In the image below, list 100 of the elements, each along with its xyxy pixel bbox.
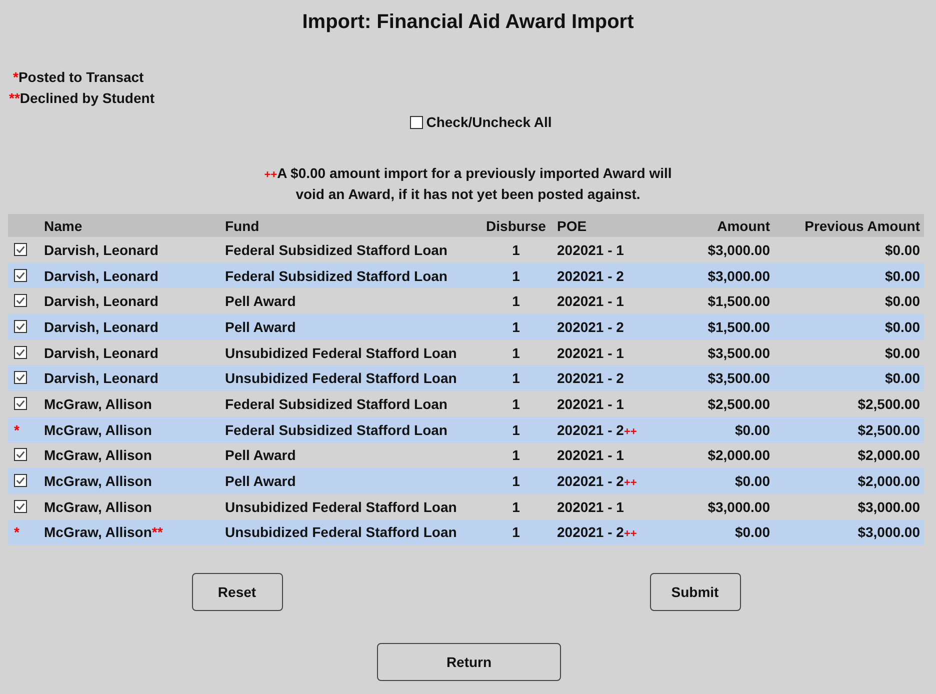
- table-cell: 1: [512, 498, 520, 515]
- note-text: A $0.00 amount import for a previously imported Award will: [277, 165, 672, 181]
- table-cell: 202021 - 1: [557, 396, 624, 412]
- row-checkbox[interactable]: [14, 320, 27, 333]
- legend-label: Posted to Transact: [18, 69, 144, 85]
- table-cell: $0.00: [884, 318, 920, 335]
- table-cell: Pell Award: [225, 293, 296, 310]
- table-cell: 1: [512, 422, 520, 438]
- row-checkbox[interactable]: [14, 500, 27, 513]
- table-cell: Unsubidized Federal Stafford Loan: [225, 498, 457, 515]
- row-checkbox[interactable]: [14, 448, 27, 462]
- table-cell: Darvish, Leonard: [44, 268, 158, 284]
- table-cell: $3,000.00: [708, 242, 770, 258]
- column-header: Amount: [668, 214, 774, 237]
- row-checkbox[interactable]: [14, 396, 27, 410]
- legend-marker: *: [13, 69, 18, 85]
- table-cell: 1: [512, 396, 520, 412]
- row-checkbox[interactable]: [14, 371, 27, 384]
- posted-marker: *: [14, 422, 20, 438]
- table-cell: 1: [512, 293, 520, 310]
- table-cell: $2,500.00: [858, 422, 920, 438]
- table-cell: 202021 - 1: [557, 293, 624, 310]
- table-cell: McGraw, Allison: [44, 524, 152, 540]
- table-cell: Pell Award: [225, 318, 296, 335]
- table-cell: 202021 - 1: [557, 447, 624, 464]
- table-cell: 202021 - 1: [557, 344, 624, 361]
- legend-label: Declined by Student: [20, 90, 154, 106]
- table-cell: $0.00: [734, 422, 770, 438]
- table-cell: Unsubidized Federal Stafford Loan: [225, 524, 457, 540]
- check-all-label[interactable]: Check/Uncheck All: [426, 114, 552, 130]
- table-cell: 1: [512, 344, 520, 361]
- table-cell: $2,000.00: [858, 447, 920, 464]
- table-cell: McGraw, Allison: [44, 473, 152, 490]
- table-cell: 1: [512, 370, 520, 386]
- return-button[interactable]: Return: [377, 643, 561, 682]
- row-checkbox[interactable]: [14, 474, 27, 488]
- table-cell: $0.00: [734, 524, 770, 540]
- row-checkbox[interactable]: [14, 268, 27, 282]
- void-marker: ++: [624, 426, 637, 438]
- table-cell: 202021 - 1: [557, 498, 624, 515]
- submit-button[interactable]: Submit: [650, 573, 740, 612]
- table-cell: 1: [512, 318, 520, 335]
- legend-marker: **: [9, 90, 20, 106]
- table-cell: 202021 - 2: [557, 524, 624, 540]
- table-cell: $3,000.00: [708, 498, 770, 515]
- table-cell: Federal Subsidized Stafford Loan: [225, 396, 448, 412]
- table-cell: $0.00: [884, 344, 920, 361]
- table-cell: $2,500.00: [708, 396, 770, 412]
- table-cell: 202021 - 2: [557, 370, 624, 386]
- table-cell: $0.00: [734, 473, 770, 490]
- table-cell: 1: [512, 447, 520, 464]
- table-cell: McGraw, Allison: [44, 498, 152, 515]
- table-cell: 202021 - 2: [557, 422, 624, 438]
- table-cell: $2,500.00: [858, 396, 920, 412]
- table-cell: McGraw, Allison: [44, 422, 152, 438]
- table-cell: $1,500.00: [708, 293, 770, 310]
- table-cell: Darvish, Leonard: [44, 344, 158, 361]
- void-marker: ++: [624, 528, 637, 540]
- column-header: POE: [553, 214, 668, 237]
- table-cell: Unsubidized Federal Stafford Loan: [225, 370, 457, 386]
- table-cell: Darvish, Leonard: [44, 242, 158, 258]
- table-cell: $1,500.00: [708, 318, 770, 335]
- table-cell: 1: [512, 268, 520, 284]
- table-cell: $0.00: [884, 293, 920, 310]
- table-cell: $3,000.00: [708, 268, 770, 284]
- table-cell: $0.00: [884, 242, 920, 258]
- table-cell: McGraw, Allison: [44, 447, 152, 464]
- table-cell: $2,000.00: [708, 447, 770, 464]
- table-cell: $0.00: [884, 268, 920, 284]
- check-all-checkbox[interactable]: [410, 116, 424, 128]
- posted-marker: *: [14, 524, 20, 540]
- table-cell: $0.00: [884, 370, 920, 386]
- table-cell: 202021 - 2: [557, 473, 624, 490]
- table-cell: Pell Award: [225, 473, 296, 490]
- table-cell: 202021 - 2: [557, 268, 624, 284]
- table-cell: $3,500.00: [708, 370, 770, 386]
- note-text: void an Award, if it has not yet been posted against.: [296, 186, 640, 202]
- row-checkbox[interactable]: [14, 242, 27, 256]
- table-cell: Unsubidized Federal Stafford Loan: [225, 344, 457, 361]
- column-header: Name: [40, 214, 221, 237]
- table-cell: Federal Subsidized Stafford Loan: [225, 422, 448, 438]
- column-header: Fund: [221, 214, 479, 237]
- table-cell: McGraw, Allison: [44, 396, 152, 412]
- row-checkbox[interactable]: [14, 346, 27, 359]
- table-cell: 1: [512, 473, 520, 490]
- table-cell: 1: [512, 242, 520, 258]
- row-checkbox[interactable]: [14, 294, 27, 308]
- table-cell: Darvish, Leonard: [44, 293, 158, 310]
- column-header: Disburse: [479, 214, 553, 237]
- note-marker: ++: [264, 169, 278, 181]
- void-marker: ++: [624, 477, 637, 490]
- reset-button[interactable]: Reset: [192, 573, 282, 612]
- table-cell: $3,000.00: [858, 524, 920, 540]
- table-cell: $3,000.00: [858, 498, 920, 515]
- column-header: Previous Amount: [774, 214, 924, 237]
- table-cell: 202021 - 1: [557, 242, 624, 258]
- table-cell: Pell Award: [225, 447, 296, 464]
- declined-marker: **: [152, 524, 163, 540]
- table-cell: 202021 - 2: [557, 318, 624, 335]
- table-cell: Darvish, Leonard: [44, 370, 158, 386]
